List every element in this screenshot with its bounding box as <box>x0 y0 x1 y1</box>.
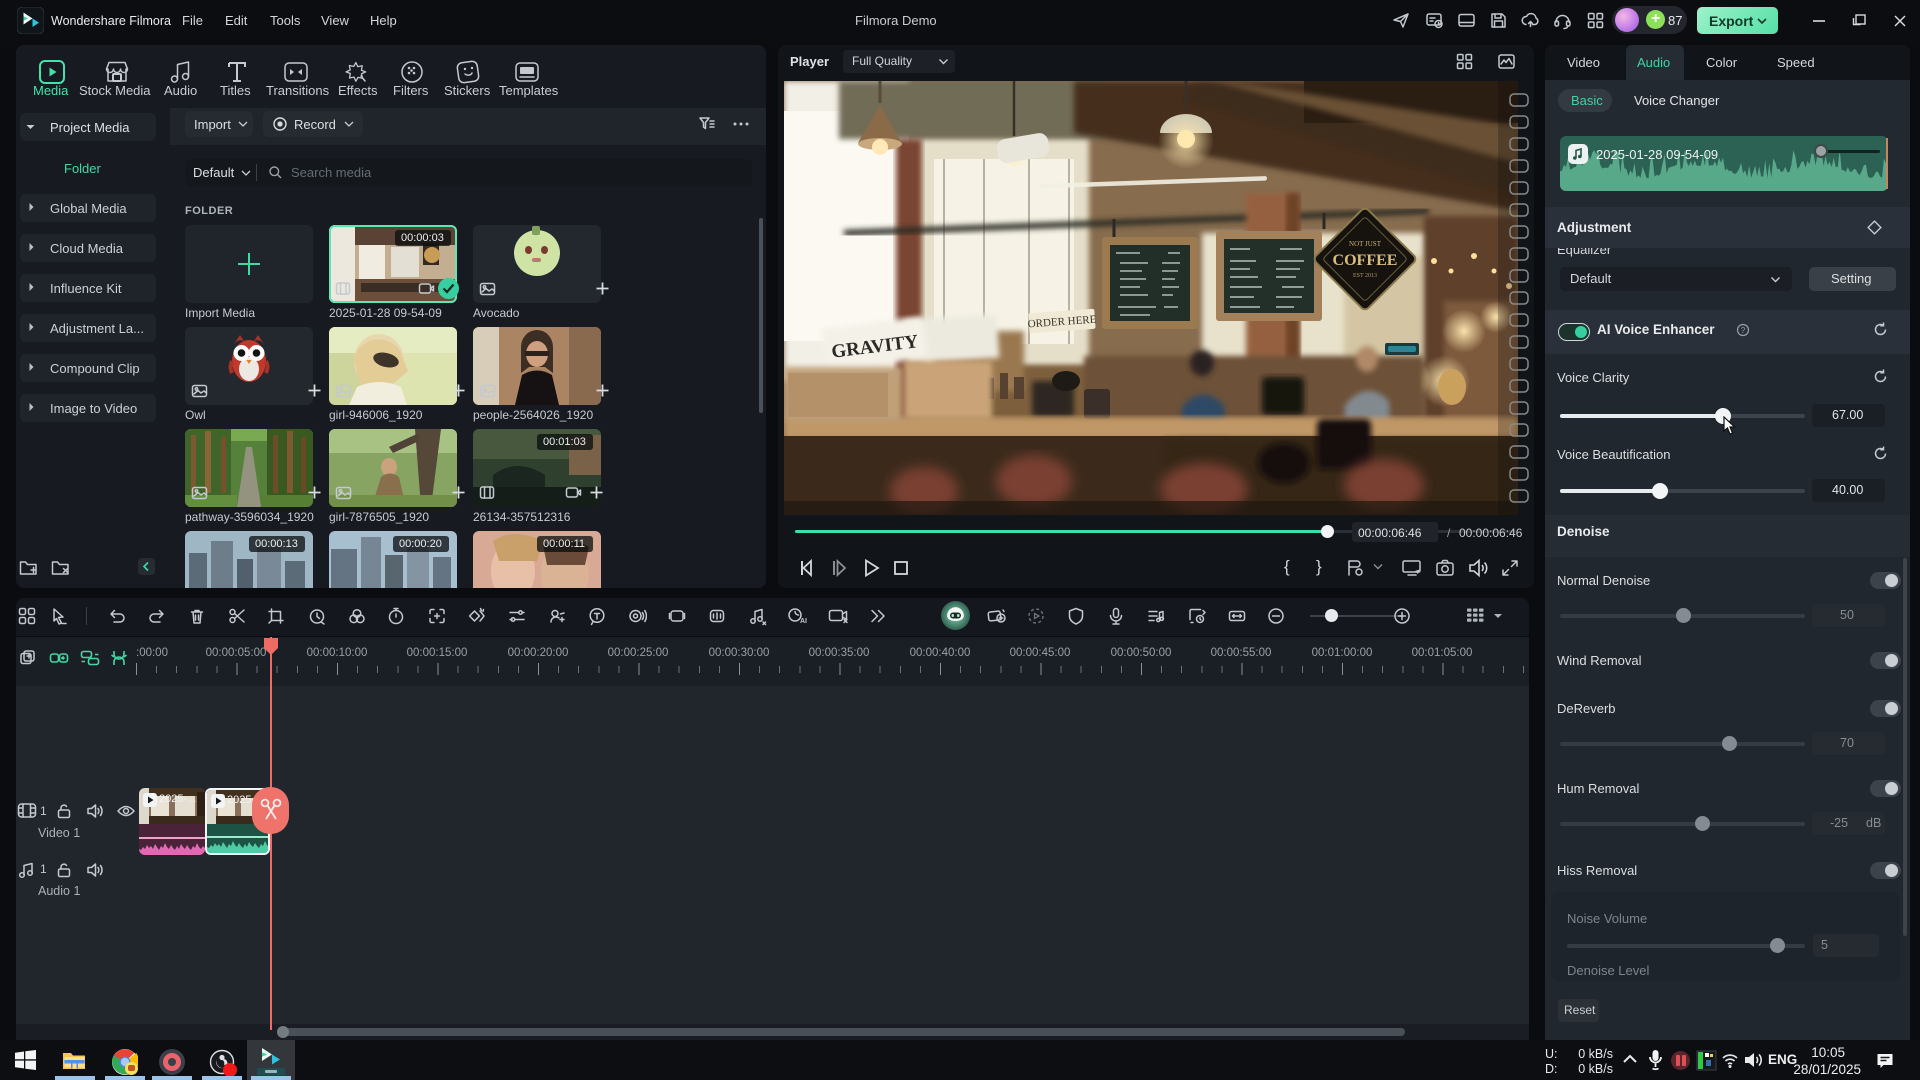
svg-text:COFFEE: COFFEE <box>1333 252 1398 269</box>
svg-text:NOT JUST: NOT JUST <box>1349 240 1382 248</box>
svg-text:EST 2013: EST 2013 <box>1353 273 1377 279</box>
svg-text:AI: AI <box>800 618 807 625</box>
svg-text:?: ? <box>1741 326 1746 335</box>
